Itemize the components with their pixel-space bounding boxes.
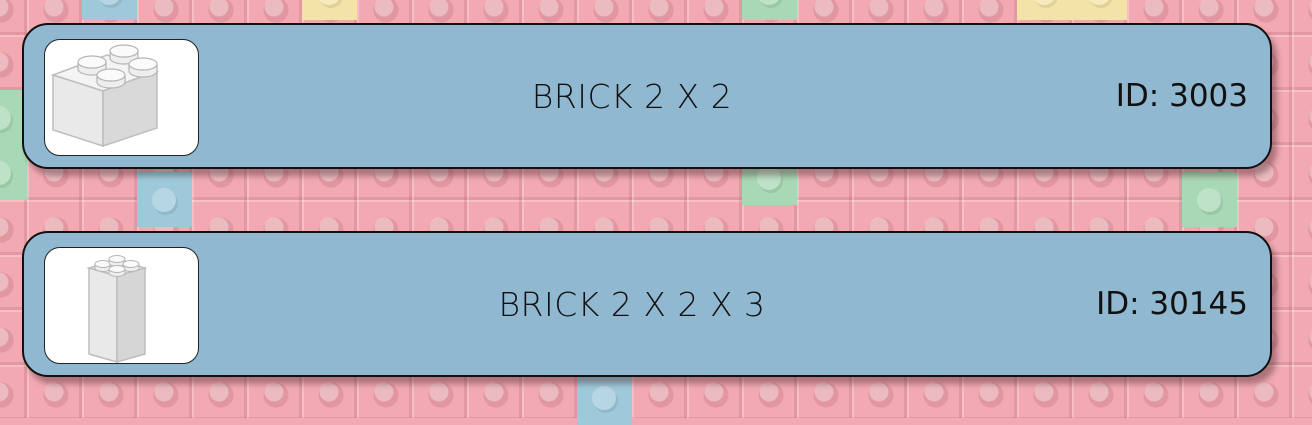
background-tile — [1072, 0, 1127, 20]
part-id: ID: 3003 — [1115, 78, 1248, 114]
background-tile — [1182, 172, 1237, 227]
background-tile — [577, 370, 632, 425]
part-name: BRICK 2 X 2 — [531, 76, 733, 116]
background-tile — [1017, 0, 1072, 20]
background-tile — [0, 145, 27, 200]
part-card[interactable]: BRICK 2 X 2 ID: 3003 — [22, 23, 1272, 169]
background-tile — [137, 172, 192, 227]
brick-2x2-icon — [50, 44, 160, 148]
part-thumbnail — [44, 39, 199, 156]
part-thumbnail — [44, 247, 199, 364]
part-id: ID: 30145 — [1096, 286, 1248, 322]
brick-2x2x3-icon — [86, 255, 148, 363]
part-name: BRICK 2 X 2 X 3 — [498, 284, 766, 324]
background-tile — [302, 0, 357, 20]
part-card[interactable]: BRICK 2 X 2 X 3 ID: 30145 — [22, 231, 1272, 377]
background-tile — [742, 0, 797, 20]
background-tile — [82, 0, 137, 20]
